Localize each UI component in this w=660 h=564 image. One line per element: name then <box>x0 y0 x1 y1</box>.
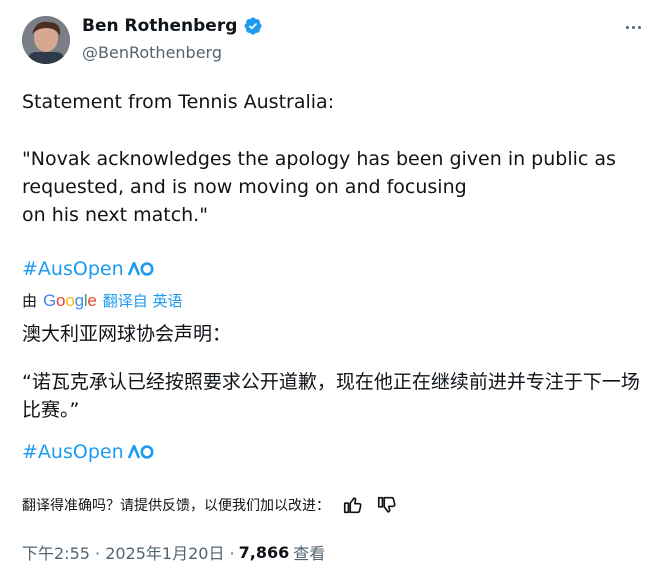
avatar[interactable] <box>22 16 70 64</box>
views-count: 7,866 <box>238 542 290 562</box>
author-name[interactable]: Ben Rothenberg <box>82 16 237 36</box>
translated-quote: “诺瓦克承认已经按照要求公开道歉，现在他正在继续前进并专注于下一场比赛。” <box>22 371 640 421</box>
verified-badge-icon <box>244 17 262 35</box>
more-options-icon[interactable] <box>622 16 644 38</box>
translated-by-label: 由 <box>22 292 38 310</box>
author-handle[interactable]: @BenRothenberg <box>82 43 222 62</box>
translated-from-label[interactable]: 翻译自 英语 <box>103 290 183 311</box>
translated-intro: 澳大利亚网球协会声明： <box>22 323 232 345</box>
thumbs-up-icon[interactable] <box>342 494 364 516</box>
google-logo: Google <box>43 290 97 310</box>
thumbs-down-icon[interactable] <box>376 494 398 516</box>
ausopen-ao-icon <box>127 445 154 459</box>
views-label: 查看 <box>293 544 326 563</box>
tweet-timestamp[interactable]: 下午2:55 · 2025年1月20日 · <box>22 540 235 564</box>
translated-hashtag-link[interactable]: #AusOpen <box>22 441 124 463</box>
tweet-quote: "Novak acknowledges the apology has been… <box>22 148 616 226</box>
translation-feedback-prompt: 翻译得准确吗？请提供反馈，以便我们加以改进： <box>22 498 330 514</box>
ausopen-ao-icon <box>127 262 154 276</box>
hashtag-link[interactable]: #AusOpen <box>22 258 124 280</box>
tweet-intro: Statement from Tennis Australia: <box>22 91 335 113</box>
